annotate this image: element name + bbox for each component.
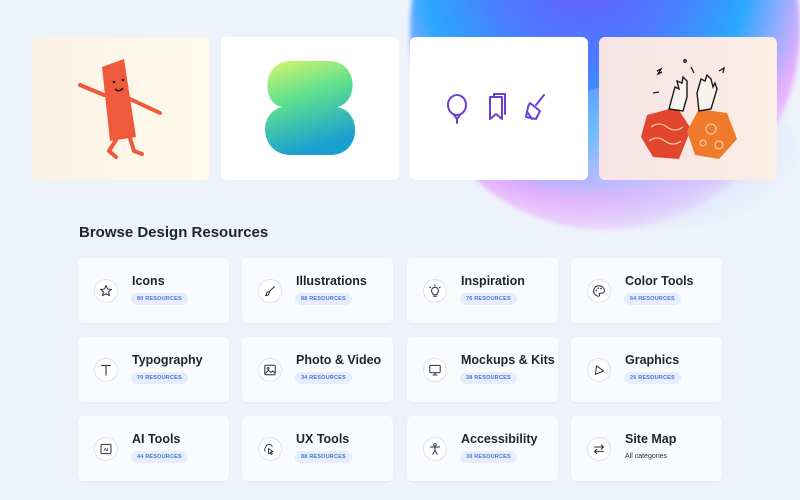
resource-count-badge: 30 RESOURCES — [460, 451, 517, 463]
category-name: Inspiration — [461, 274, 525, 288]
resource-count-badge: 88 RESOURCES — [295, 293, 352, 305]
category-card-ai-tools[interactable]: AI AI Tools 44 RESOURCES — [78, 416, 229, 481]
category-name: UX Tools — [296, 432, 350, 446]
arrows-swap-icon — [587, 437, 611, 461]
resource-count-badge: 44 RESOURCES — [131, 451, 188, 463]
text-t-icon — [94, 358, 118, 382]
hands-illustration-icon — [641, 59, 737, 159]
monitor-icon — [423, 358, 447, 382]
person-icon — [423, 437, 447, 461]
category-name: Typography — [132, 353, 203, 367]
site-map-title: Site Map — [625, 432, 677, 446]
triangle-icon — [587, 358, 611, 382]
resource-count-badge: 38 RESOURCES — [460, 372, 517, 384]
resource-count-badge: 80 RESOURCES — [131, 293, 188, 305]
icon-set-illustration — [447, 93, 545, 124]
category-card-mockups-kits[interactable]: Mockups & Kits 38 RESOURCES — [407, 337, 558, 402]
category-card-typography[interactable]: Typography 70 RESOURCES — [78, 337, 229, 402]
star-icon — [94, 279, 118, 303]
hero-card-character[interactable] — [32, 37, 210, 180]
resource-count-badge: 26 RESOURCES — [624, 372, 681, 384]
ai-chip-icon: AI — [94, 437, 118, 461]
cursor-click-icon — [258, 437, 282, 461]
resource-count-badge: 76 RESOURCES — [460, 293, 517, 305]
resource-count-badge: 70 RESOURCES — [131, 372, 188, 384]
hero-card-gradient-shape[interactable] — [221, 37, 399, 180]
gradient-shape-icon — [265, 61, 356, 155]
section-title: Browse Design Resources — [79, 224, 269, 241]
category-name: Accessibility — [461, 432, 538, 446]
resource-count-badge: 88 RESOURCES — [295, 451, 352, 463]
category-card-photo-video[interactable]: Photo & Video 34 RESOURCES — [242, 337, 393, 402]
category-name: AI Tools — [132, 432, 181, 446]
svg-text:AI: AI — [104, 447, 109, 453]
category-card-inspiration[interactable]: Inspiration 76 RESOURCES — [407, 258, 558, 323]
image-icon — [258, 358, 282, 382]
site-map-subtitle: All categories — [625, 453, 668, 460]
character-illustration-icon — [78, 59, 162, 159]
category-card-illustrations[interactable]: Illustrations 88 RESOURCES — [242, 258, 393, 323]
brush-icon — [258, 279, 282, 303]
category-card-ux-tools[interactable]: UX Tools 88 RESOURCES — [242, 416, 393, 481]
hero-card-icon-set[interactable] — [410, 37, 588, 180]
category-name: Color Tools — [625, 274, 694, 288]
hero-card-hands[interactable] — [599, 37, 777, 180]
palette-icon — [587, 279, 611, 303]
category-name: Mockups & Kits — [461, 353, 555, 367]
category-name: Illustrations — [296, 274, 367, 288]
category-name: Icons — [132, 274, 165, 288]
category-card-accessibility[interactable]: Accessibility 30 RESOURCES — [407, 416, 558, 481]
resource-count-badge: 64 RESOURCES — [624, 293, 681, 305]
category-name: Graphics — [625, 353, 680, 367]
category-card-color-tools[interactable]: Color Tools 64 RESOURCES — [571, 258, 722, 323]
lightbulb-icon — [423, 279, 447, 303]
hero-gallery — [32, 37, 777, 181]
category-card-icons[interactable]: Icons 80 RESOURCES — [78, 258, 229, 323]
site-map-card[interactable]: Site Map All categories — [571, 416, 722, 481]
category-card-graphics[interactable]: Graphics 26 RESOURCES — [571, 337, 722, 402]
resource-count-badge: 34 RESOURCES — [295, 372, 352, 384]
category-name: Photo & Video — [296, 353, 382, 367]
